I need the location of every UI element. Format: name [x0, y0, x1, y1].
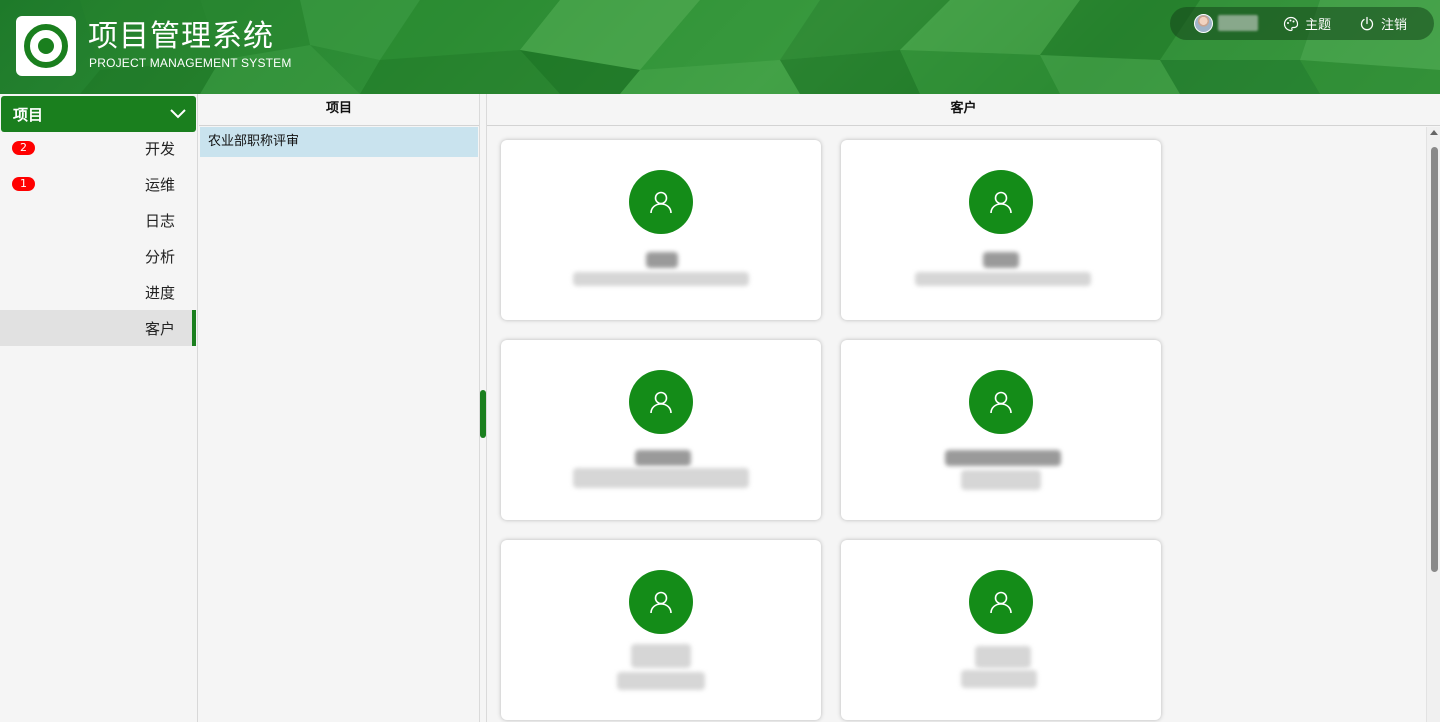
logout-button[interactable]: 注销 — [1359, 7, 1407, 40]
sidebar-item-label: 日志 — [144, 211, 175, 230]
user-avatar[interactable] — [1194, 14, 1213, 33]
customer-card[interactable] — [841, 340, 1161, 520]
customer-name-redacted — [975, 646, 1031, 668]
sidebar: 项目 2 开发 1 运维 日志 分析 进度 客户 — [0, 94, 198, 722]
customer-name-redacted — [646, 252, 678, 268]
user-icon — [990, 391, 1012, 414]
sidebar-section-label: 项目 — [13, 105, 44, 124]
scroll-up-arrow-icon[interactable] — [1430, 130, 1438, 135]
user-icon — [650, 591, 672, 614]
chevron-down-icon — [170, 109, 186, 119]
customer-name-redacted — [635, 450, 691, 466]
user-icon — [990, 591, 1012, 614]
sidebar-item-label: 客户 — [144, 319, 175, 338]
power-icon — [1360, 16, 1374, 30]
customer-detail-redacted — [961, 670, 1037, 688]
app-logo — [16, 16, 76, 76]
customer-card[interactable] — [501, 540, 821, 720]
username-redacted — [1218, 15, 1258, 31]
scrollbar-thumb[interactable] — [1431, 147, 1438, 572]
customer-name-redacted — [983, 252, 1019, 268]
customer-avatar — [969, 370, 1033, 434]
project-list-panel: 项目 农业部职称评审 — [199, 94, 480, 722]
project-panel-title: 项目 — [199, 94, 479, 126]
logout-label: 注销 — [1381, 18, 1408, 33]
customer-avatar — [969, 570, 1033, 634]
customer-card[interactable] — [501, 140, 821, 320]
theme-label: 主题 — [1305, 18, 1332, 33]
app-title: 项目管理系统 — [88, 19, 274, 54]
sidebar-item-log[interactable]: 日志 — [0, 202, 196, 238]
target-logo-icon — [24, 24, 68, 68]
customer-name-redacted — [631, 644, 691, 668]
customer-detail-redacted — [573, 468, 749, 488]
customer-avatar — [629, 370, 693, 434]
customer-card[interactable] — [501, 340, 821, 520]
operations-count-badge: 1 — [12, 177, 35, 191]
develop-count-badge: 2 — [12, 141, 35, 155]
sidebar-item-label: 进度 — [144, 283, 175, 302]
app-subtitle: PROJECT MANAGEMENT SYSTEM — [89, 56, 292, 70]
customer-detail-redacted — [573, 272, 749, 286]
customer-panel-scrollbar[interactable] — [1426, 127, 1440, 722]
customer-avatar — [629, 170, 693, 234]
customer-card[interactable] — [841, 540, 1161, 720]
sidebar-item-analysis[interactable]: 分析 — [0, 238, 196, 274]
panel-resize-handle[interactable] — [480, 390, 486, 438]
theme-button[interactable]: 主题 — [1283, 7, 1331, 40]
sidebar-item-label: 开发 — [144, 139, 175, 158]
sidebar-item-operations[interactable]: 1 运维 — [0, 166, 196, 202]
customer-avatar — [629, 570, 693, 634]
sidebar-item-progress[interactable]: 进度 — [0, 274, 196, 310]
customer-panel: 客户 — [487, 94, 1440, 722]
customer-detail-redacted — [915, 272, 1091, 286]
customer-card[interactable] — [841, 140, 1161, 320]
customer-detail-redacted — [961, 470, 1041, 490]
user-icon — [990, 191, 1012, 214]
sidebar-item-develop[interactable]: 2 开发 — [0, 130, 196, 166]
sidebar-item-label: 运维 — [144, 175, 175, 194]
customer-detail-redacted — [617, 672, 705, 690]
app-header: 项目管理系统 PROJECT MANAGEMENT SYSTEM 主题 注销 — [0, 0, 1440, 94]
user-toolbar: 主题 注销 — [1170, 7, 1434, 40]
user-icon — [650, 391, 672, 414]
palette-icon — [1283, 16, 1299, 31]
sidebar-section-project[interactable]: 项目 — [1, 96, 196, 132]
customer-name-redacted — [945, 450, 1061, 466]
sidebar-item-label: 分析 — [144, 247, 175, 266]
project-list-item[interactable]: 农业部职称评审 — [200, 127, 478, 157]
sidebar-item-customer[interactable]: 客户 — [0, 310, 196, 346]
customer-panel-title: 客户 — [487, 94, 1440, 126]
user-icon — [650, 191, 672, 214]
customer-avatar — [969, 170, 1033, 234]
